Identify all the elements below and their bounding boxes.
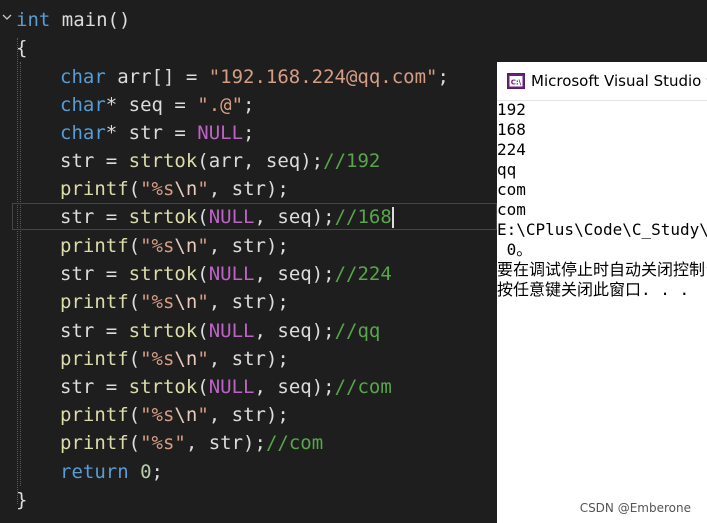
csdn-watermark: CSDN @Emberone bbox=[579, 501, 691, 515]
fold-guide bbox=[17, 38, 18, 504]
console-output: 192 168 224 qq com com E:\CPlus\Code\C_S… bbox=[497, 100, 707, 300]
console-output-line: E:\CPlus\Code\C_Study\x64\Debug\C_Study.… bbox=[497, 220, 707, 239]
code-line-3: char arr[] = "192.168.224@qq.com"; bbox=[60, 66, 449, 88]
code-line-15: printf("%s\n", str); bbox=[60, 404, 289, 426]
console-output-line: qq bbox=[497, 160, 517, 179]
code-line-8: str = strtok(NULL, seq);//168 bbox=[60, 206, 392, 228]
console-title: Microsoft Visual Studio 调试控制台 bbox=[531, 72, 707, 90]
text-caret bbox=[392, 207, 394, 228]
code-line-11: printf("%s\n", str); bbox=[60, 291, 289, 313]
code-line-10: str = strtok(NULL, seq);//224 bbox=[60, 263, 392, 285]
code-line-14: str = strtok(NULL, seq);//com bbox=[60, 376, 392, 398]
code-line-5: char* str = NULL; bbox=[60, 122, 255, 144]
code-line-1: int main() bbox=[16, 9, 131, 31]
code-line-2: { bbox=[16, 37, 28, 59]
indent-guide bbox=[20, 62, 21, 486]
console-output-line: 要在调试停止时自动关闭控制台，请启用“工具”->“选项”->“调试”->“调试停… bbox=[497, 260, 707, 279]
code-line-7: printf("%s\n", str); bbox=[60, 178, 289, 200]
visual-studio-console-icon: C:\ bbox=[507, 73, 525, 89]
console-output-line: 168 bbox=[497, 120, 526, 139]
collapse-icon[interactable] bbox=[2, 12, 12, 22]
console-output-line: 0。 bbox=[497, 240, 533, 259]
debug-console-window[interactable]: C:\ Microsoft Visual Studio 调试控制台 192 16… bbox=[497, 62, 707, 523]
console-output-line: com bbox=[497, 180, 526, 199]
code-line-4: char* seq = ".@"; bbox=[60, 94, 255, 116]
code-line-18: } bbox=[16, 489, 28, 511]
svg-text:C:\: C:\ bbox=[511, 79, 522, 87]
console-output-line: 224 bbox=[497, 140, 526, 159]
code-line-9: printf("%s\n", str); bbox=[60, 235, 289, 257]
console-output-line: com bbox=[497, 200, 526, 219]
code-line-6: str = strtok(arr, seq);//192 bbox=[60, 150, 381, 172]
code-line-12: str = strtok(NULL, seq);//qq bbox=[60, 320, 381, 342]
code-line-13: printf("%s\n", str); bbox=[60, 348, 289, 370]
console-output-line: 192 bbox=[497, 100, 526, 119]
console-titlebar[interactable]: C:\ Microsoft Visual Studio 调试控制台 bbox=[497, 62, 707, 101]
code-line-17: return 0; bbox=[60, 461, 163, 483]
code-line-16: printf("%s", str);//com bbox=[60, 432, 324, 454]
console-output-line: 按任意键关闭此窗口. . . bbox=[497, 280, 690, 299]
